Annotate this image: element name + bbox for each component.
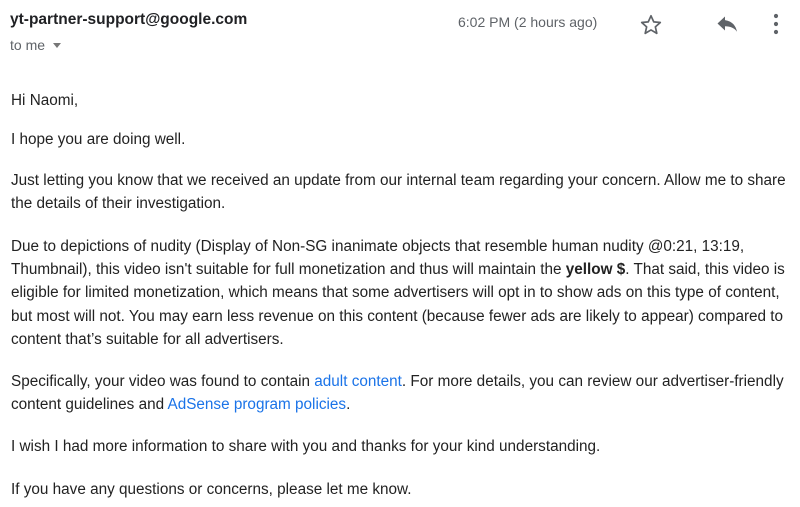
policy-paragraph: Specifically, your video was found to co… — [11, 370, 791, 416]
chevron-down-icon[interactable] — [53, 42, 62, 48]
more-options-button[interactable] — [764, 10, 788, 38]
update-paragraph: Just letting you know that we received a… — [11, 172, 786, 213]
questions-paragraph: If you have any questions or concerns, p… — [11, 481, 412, 498]
adsense-policies-link[interactable]: AdSense program policies — [168, 396, 347, 413]
email-header: yt-partner-support@google.com to me 6:02… — [0, 0, 800, 64]
sender-address[interactable]: yt-partner-support@google.com — [10, 11, 247, 29]
monetization-paragraph: Due to depictions of nudity (Display of … — [11, 235, 791, 351]
message-timestamp: 6:02 PM (2 hours ago) — [458, 14, 598, 30]
recipient-label: to me — [10, 37, 46, 53]
wellbeing-paragraph: I hope you are doing well. — [11, 131, 186, 148]
policy-text-end: . — [346, 396, 351, 414]
more-vert-icon — [773, 13, 779, 35]
reply-icon — [717, 16, 737, 32]
adult-content-link[interactable]: adult content — [314, 373, 402, 390]
policy-text-start: Specifically, your video was found to co… — [11, 373, 315, 390]
closing-paragraph: I wish I had more information to share w… — [11, 438, 601, 455]
recipient-details-toggle[interactable]: to me — [10, 37, 62, 53]
yellow-dollar-status: yellow $ — [565, 261, 626, 279]
star-button[interactable] — [638, 12, 664, 38]
greeting-paragraph: Hi Naomi, — [11, 92, 79, 109]
star-icon — [640, 14, 662, 35]
reply-button[interactable] — [713, 10, 741, 36]
